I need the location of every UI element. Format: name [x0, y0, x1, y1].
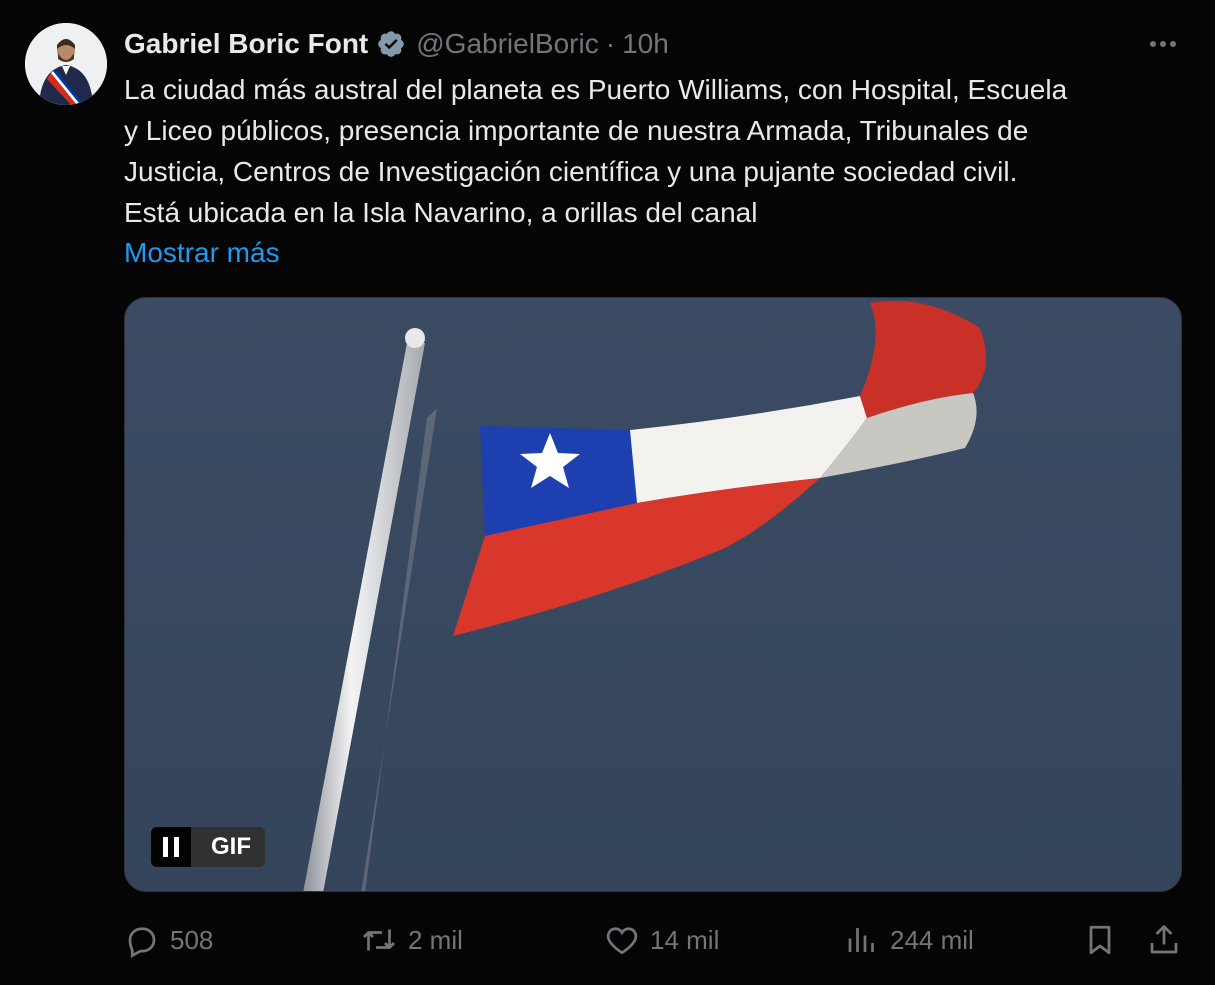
repost-icon	[363, 929, 395, 951]
bookmark-button[interactable]	[1082, 918, 1118, 962]
tweet-text-line: Está ubicada en la Isla Navarino, a oril…	[124, 197, 758, 228]
tweet-text: La ciudad más austral del planeta es Pue…	[124, 69, 1194, 233]
author-name[interactable]: Gabriel Boric Font	[124, 26, 368, 62]
views-count: 244 mil	[890, 924, 974, 955]
reply-icon	[128, 927, 156, 958]
like-button[interactable]: 14 mil	[604, 918, 719, 962]
reply-button[interactable]: 508	[124, 918, 213, 962]
header-separator: ·	[605, 28, 616, 59]
reply-count: 508	[170, 924, 214, 955]
tweet-header: Gabriel Boric Font @GabrielBoric · 10h	[124, 26, 669, 62]
tweet-text-line: y Liceo públicos, presencia importante d…	[124, 115, 1029, 146]
tweet-card[interactable]: Gabriel Boric Font @GabrielBoric · 10h L…	[0, 0, 1215, 985]
show-more-link[interactable]: Mostrar más	[124, 232, 280, 273]
repost-count: 2 mil	[408, 924, 463, 955]
verified-badge-icon	[376, 29, 406, 59]
author-handle[interactable]: @GabrielBoric	[416, 26, 598, 62]
bookmark-icon	[1089, 925, 1111, 955]
like-count: 14 mil	[650, 924, 720, 955]
avatar[interactable]	[25, 23, 107, 105]
chilean-flag-image	[125, 298, 1181, 891]
avatar-image	[25, 23, 107, 105]
share-icon	[1150, 925, 1178, 954]
heart-icon	[606, 927, 638, 955]
tweet-text-line: La ciudad más austral del planeta es Pue…	[124, 74, 1068, 105]
tweet-actions: 508 2 mil 14 mil 244 mil	[124, 918, 1184, 962]
gif-label: GIF	[191, 827, 265, 867]
gif-badge[interactable]: GIF	[151, 827, 265, 867]
gif-media[interactable]: GIF	[124, 297, 1182, 892]
more-dots-icon	[1150, 41, 1176, 47]
tweet-text-line: Justicia, Centros de Investigación cient…	[124, 156, 1018, 187]
tweet-timestamp[interactable]: 10h	[622, 26, 669, 62]
views-button[interactable]: 244 mil	[844, 918, 974, 962]
pause-icon	[163, 837, 179, 857]
more-options-button[interactable]	[1145, 32, 1181, 56]
repost-button[interactable]: 2 mil	[360, 918, 463, 962]
pause-button[interactable]	[151, 827, 191, 867]
share-button[interactable]	[1146, 918, 1182, 962]
views-chart-icon	[848, 928, 874, 952]
